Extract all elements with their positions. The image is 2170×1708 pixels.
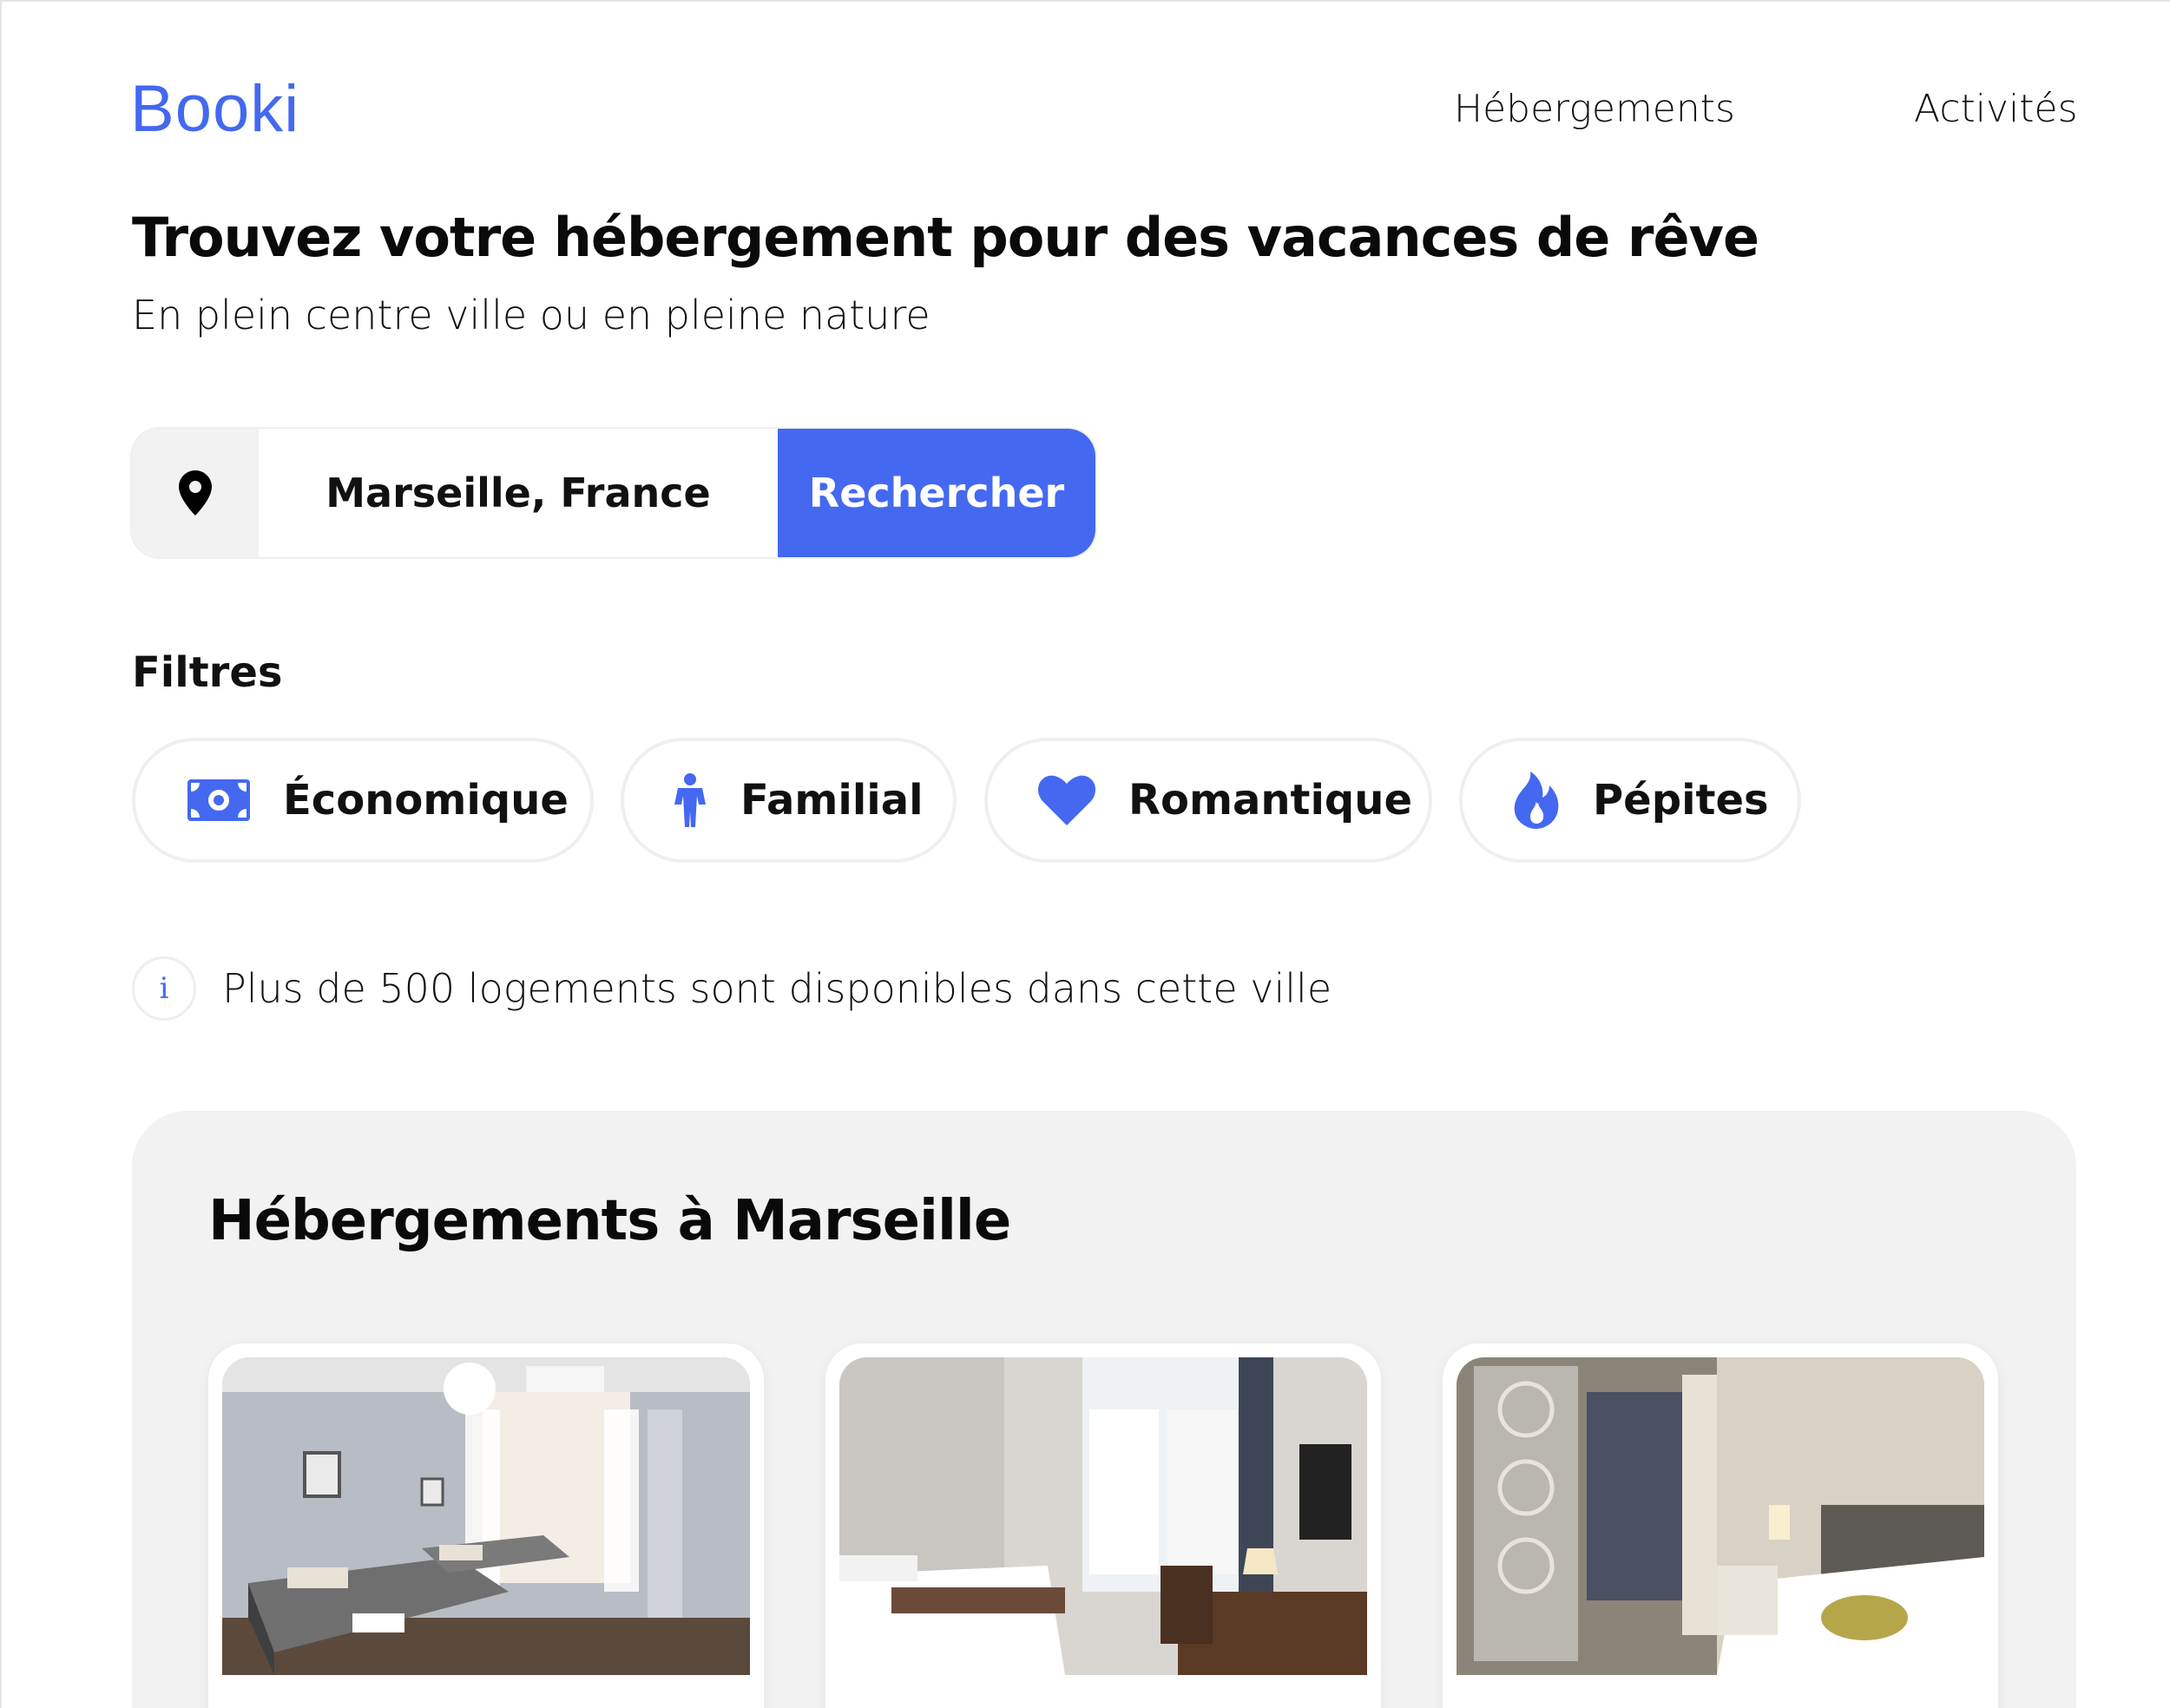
results-section: Hébergements à Marseille: [132, 1111, 2076, 1708]
info-icon: i: [132, 956, 196, 1021]
filter-label: Pépites: [1593, 776, 1769, 824]
info-text: Plus de 500 logements sont disponibles d…: [222, 965, 1332, 1012]
page-subtitle: En plein centre ville ou en pleine natur…: [132, 292, 930, 338]
page-title: Trouvez votre hébergement pour des vacan…: [132, 206, 1759, 269]
heart-icon: [1038, 775, 1095, 825]
accommodation-card[interactable]: [1443, 1343, 1998, 1708]
hotel-room-photo: [222, 1357, 750, 1675]
person-icon: [673, 773, 707, 827]
accommodation-card[interactable]: [208, 1343, 764, 1708]
results-title: Hébergements à Marseille: [208, 1189, 1011, 1253]
logo-text: Booki: [130, 72, 300, 146]
filter-label: Romantique: [1128, 776, 1412, 824]
location-pin-icon: [132, 429, 259, 557]
filter-pepites[interactable]: Pépites: [1459, 738, 1801, 863]
filter-romantique[interactable]: Romantique: [984, 738, 1432, 863]
info-banner: i Plus de 500 logements sont disponibles…: [132, 956, 1332, 1021]
filter-label: Économique: [283, 776, 569, 824]
nav-link-hebergements[interactable]: Hébergements: [1454, 87, 1735, 131]
money-bill-icon: [187, 776, 250, 824]
filter-economique[interactable]: Économique: [132, 738, 594, 863]
fire-icon: [1511, 772, 1560, 829]
search-input[interactable]: [259, 429, 778, 557]
accommodation-card[interactable]: [825, 1343, 1381, 1708]
search-button[interactable]: Rechercher: [778, 429, 1095, 557]
filter-label: Familial: [740, 776, 924, 824]
hotel-room-photo: [1457, 1357, 1984, 1675]
booki-logo[interactable]: Booki: [130, 71, 299, 147]
filters-title: Filtres: [132, 648, 283, 697]
hotel-room-photo: [839, 1357, 1367, 1675]
filter-familial[interactable]: Familial: [621, 738, 957, 863]
search-bar: Rechercher: [132, 429, 1095, 557]
nav-link-activites[interactable]: Activités: [1914, 87, 2078, 131]
